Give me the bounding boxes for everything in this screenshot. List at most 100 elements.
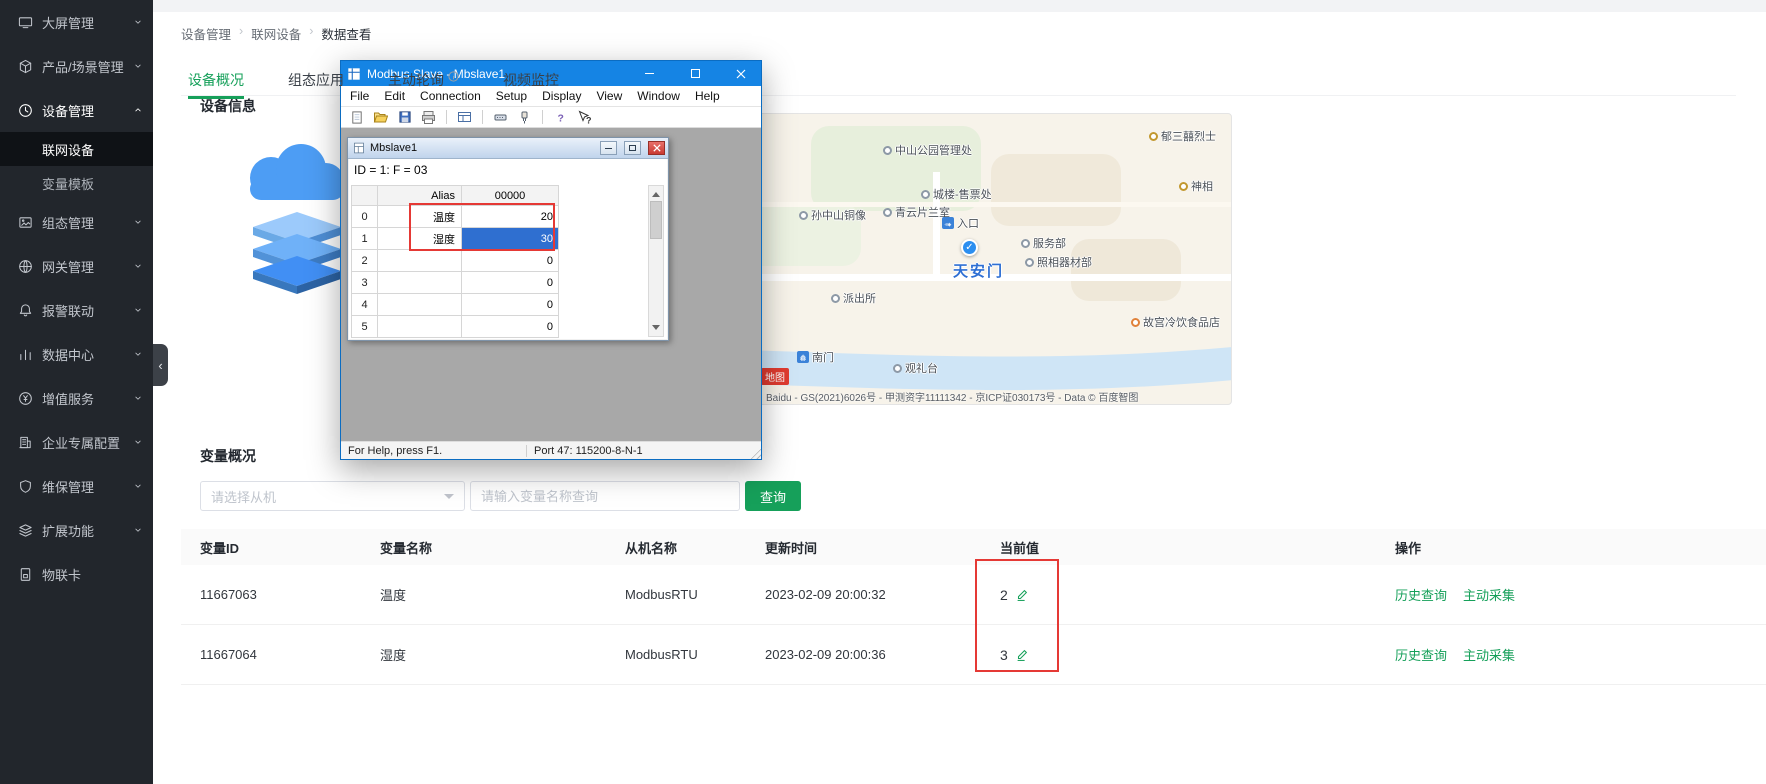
- active-collect-link[interactable]: 主动采集: [1463, 585, 1515, 604]
- child-maximize-button[interactable]: [624, 141, 641, 155]
- modbus-slave-window[interactable]: Modbus Slave - Mbslave1 File Edit Connec…: [340, 60, 762, 460]
- value-cell[interactable]: 0: [462, 250, 559, 272]
- sidebar-item-scada-management[interactable]: 组态管理: [0, 200, 153, 244]
- value-cell[interactable]: 0: [462, 272, 559, 294]
- enterprise-icon: [18, 435, 33, 450]
- map-poi-label: 城楼-售票处: [921, 186, 992, 202]
- sidebar-item-maintenance-management[interactable]: 维保管理: [0, 464, 153, 508]
- tab-scada-app[interactable]: 组态应用: [288, 70, 344, 99]
- register-grid: Alias 00000 0 温度 20 1 湿度 30: [351, 185, 559, 338]
- sidebar-item-screen-management[interactable]: 大屏管理: [0, 0, 153, 44]
- scroll-up-button[interactable]: [649, 186, 663, 201]
- edit-value-icon[interactable]: [1015, 648, 1029, 662]
- status-help-text: For Help, press F1.: [341, 445, 526, 457]
- breadcrumb-item[interactable]: 联网设备: [251, 24, 301, 43]
- disconnect-button[interactable]: [516, 109, 533, 126]
- row-actions: 历史查询 主动采集: [1395, 585, 1766, 604]
- history-query-link[interactable]: 历史查询: [1395, 585, 1447, 604]
- sidebar-subitem-networked-devices[interactable]: 联网设备: [0, 132, 153, 166]
- tab-label: 组态应用: [288, 70, 344, 90]
- grid-scrollbar[interactable]: [648, 185, 664, 337]
- minimize-icon: [605, 148, 612, 149]
- alias-cell[interactable]: [378, 250, 462, 272]
- alias-cell[interactable]: 温度: [378, 206, 462, 228]
- display-setup-button[interactable]: [456, 109, 473, 126]
- alarm-bell-icon: [18, 303, 33, 318]
- edit-value-icon[interactable]: [1015, 588, 1029, 602]
- sidebar-item-label: 组态管理: [42, 213, 94, 232]
- current-value: 3: [1000, 647, 1008, 663]
- value-cell[interactable]: 0: [462, 294, 559, 316]
- variable-search-input[interactable]: [470, 481, 740, 511]
- sidebar-item-product-management[interactable]: 产品/场景管理: [0, 44, 153, 88]
- minimize-button[interactable]: [629, 61, 669, 86]
- alias-cell[interactable]: [378, 316, 462, 338]
- value-cell[interactable]: 0: [462, 316, 559, 338]
- sidebar-subitem-label: 变量模板: [42, 174, 94, 193]
- value-cell-selected[interactable]: 30: [462, 228, 559, 250]
- child-minimize-button[interactable]: [600, 141, 617, 155]
- query-button[interactable]: 查询: [745, 481, 801, 511]
- menu-help[interactable]: Help: [695, 89, 720, 103]
- tab-device-overview[interactable]: 设备概况: [188, 70, 244, 99]
- alias-cell[interactable]: [378, 272, 462, 294]
- menu-window[interactable]: Window: [637, 89, 680, 103]
- chevron-down-icon: [133, 349, 143, 359]
- print-button[interactable]: [420, 109, 437, 126]
- product-icon: [18, 59, 33, 74]
- scroll-down-button[interactable]: [649, 321, 663, 336]
- grid-row: 0 温度 20: [352, 206, 559, 228]
- grid-row: 3 0: [352, 272, 559, 294]
- value-cell[interactable]: 20: [462, 206, 559, 228]
- breadcrumb-item[interactable]: 设备管理: [181, 24, 231, 43]
- toolbar-separator: [482, 110, 483, 124]
- map-selected-pin[interactable]: ✓: [961, 239, 978, 256]
- modbus-readout: ID = 1: F = 03: [349, 159, 667, 181]
- child-close-button[interactable]: [648, 141, 665, 155]
- tab-label: 视频监控: [503, 70, 559, 90]
- close-button[interactable]: [721, 61, 761, 86]
- slave-select[interactable]: 请选择从机: [200, 481, 465, 511]
- heritage-poi-icon: [1149, 132, 1158, 141]
- sidebar-item-extensions[interactable]: 扩展功能: [0, 508, 153, 552]
- map-poi-label: 派出所: [831, 290, 876, 306]
- grid-row: 5 0: [352, 316, 559, 338]
- tab-label: 主动轮询: [388, 70, 444, 90]
- child-titlebar[interactable]: Mbslave1: [348, 138, 668, 159]
- sidebar-item-data-center[interactable]: 数据中心: [0, 332, 153, 376]
- maximize-button[interactable]: [675, 61, 715, 86]
- mbslave1-child-window[interactable]: Mbslave1 ID = 1: F = 03 Alias 00000: [347, 137, 669, 341]
- grid-header-alias[interactable]: Alias: [378, 186, 462, 206]
- save-button[interactable]: [396, 109, 413, 126]
- tab-active-polling[interactable]: 主动轮询: [388, 70, 459, 99]
- sidebar-item-enterprise-config[interactable]: 企业专属配置: [0, 420, 153, 464]
- new-file-button[interactable]: [348, 109, 365, 126]
- open-file-button[interactable]: [372, 109, 389, 126]
- alias-cell[interactable]: [378, 294, 462, 316]
- help-button[interactable]: ?: [552, 109, 569, 126]
- grid-header-value[interactable]: 00000: [462, 186, 559, 206]
- col-update-time: 更新时间: [765, 538, 1000, 557]
- poi-icon: [799, 211, 808, 220]
- sidebar-item-alarm-linkage[interactable]: 报警联动: [0, 288, 153, 332]
- active-collect-link[interactable]: 主动采集: [1463, 645, 1515, 664]
- map-type-badge[interactable]: 地图: [761, 368, 789, 385]
- sidebar-item-value-added-services[interactable]: 增值服务: [0, 376, 153, 420]
- map-poi-label: 孙中山铜像: [799, 207, 866, 223]
- sidebar-item-device-management[interactable]: 设备管理: [0, 88, 153, 132]
- connection-setup-button[interactable]: [492, 109, 509, 126]
- context-help-button[interactable]: ?: [576, 109, 593, 126]
- menu-view[interactable]: View: [596, 89, 622, 103]
- alias-cell[interactable]: 湿度: [378, 228, 462, 250]
- sidebar-subitem-variable-templates[interactable]: 变量模板: [0, 166, 153, 200]
- sidebar-collapse-button[interactable]: ‹: [153, 344, 168, 386]
- sidebar-item-gateway-management[interactable]: 网关管理: [0, 244, 153, 288]
- row-number: 2: [352, 250, 378, 272]
- sidebar-item-iot-card[interactable]: 物联卡: [0, 552, 153, 596]
- history-query-link[interactable]: 历史查询: [1395, 645, 1447, 664]
- top-strip: [153, 0, 1766, 12]
- info-icon: [448, 71, 459, 82]
- grid-row: 2 0: [352, 250, 559, 272]
- scroll-thumb[interactable]: [650, 201, 662, 239]
- tab-video-monitoring[interactable]: 视频监控: [503, 70, 559, 99]
